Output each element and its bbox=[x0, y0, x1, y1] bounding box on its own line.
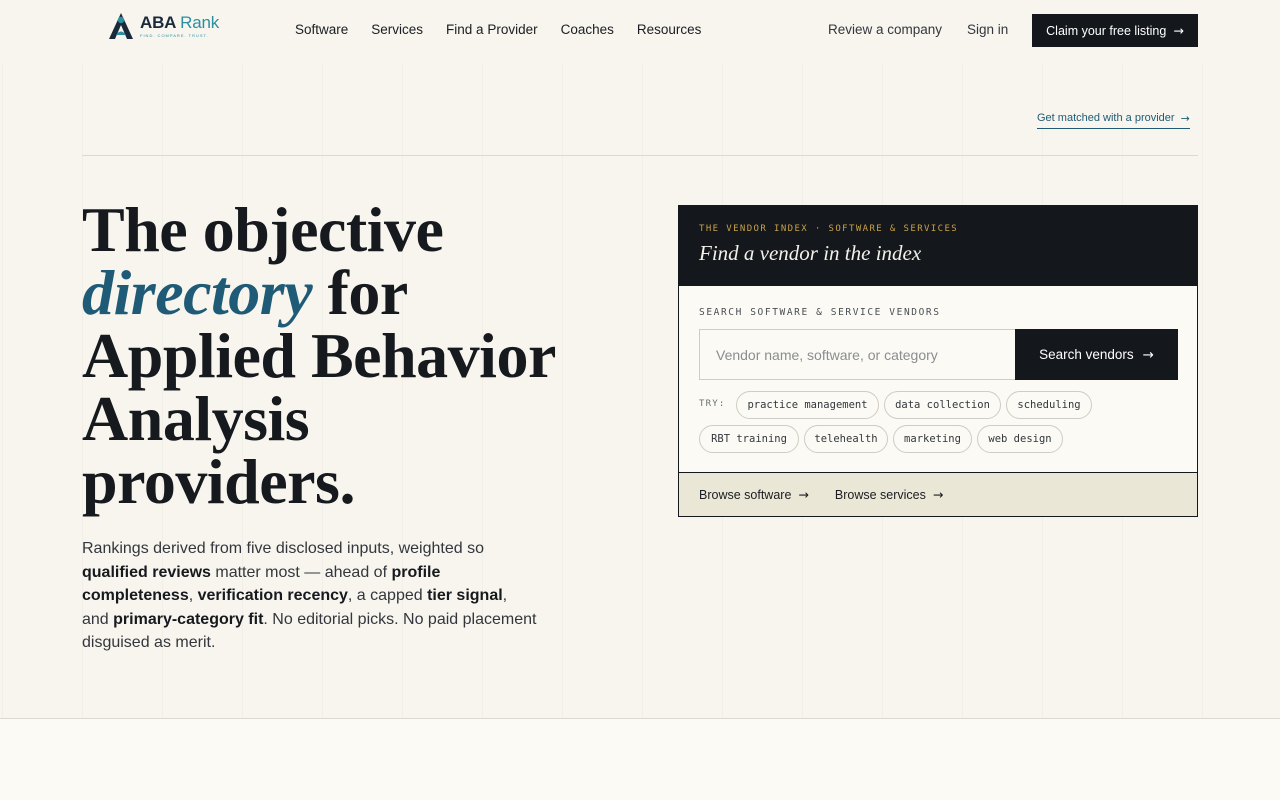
suggestion-chip[interactable]: marketing bbox=[893, 425, 972, 453]
arrow-right-icon: → bbox=[798, 487, 809, 502]
vendor-search-panel: THE VENDOR INDEX · SOFTWARE & SERVICES F… bbox=[678, 205, 1198, 517]
nav-resources[interactable]: Resources bbox=[637, 22, 702, 37]
browse-software-label: Browse software bbox=[699, 487, 792, 502]
desc-segment: , a capped bbox=[347, 587, 428, 604]
panel-header: THE VENDOR INDEX · SOFTWARE & SERVICES F… bbox=[679, 206, 1197, 286]
brand-tagline: FIND. COMPARE. TRUST. bbox=[140, 33, 209, 38]
hero-line-3: Applied Behavior bbox=[82, 320, 556, 391]
claim-listing-label: Claim your free listing bbox=[1046, 23, 1167, 38]
brand-logo[interactable]: ABA Rank FIND. COMPARE. TRUST. bbox=[106, 11, 219, 41]
hero-line-5: providers. bbox=[82, 446, 355, 517]
panel-title: Find a vendor in the index bbox=[699, 241, 922, 265]
arrow-right-icon: → bbox=[932, 487, 944, 502]
hero-line-2-rest: for bbox=[312, 257, 409, 328]
desc-emphasis: tier signal bbox=[427, 587, 503, 604]
suggestion-chip[interactable]: telehealth bbox=[804, 425, 888, 453]
arrow-right-icon: → bbox=[1173, 23, 1184, 38]
nav-find-provider[interactable]: Find a Provider bbox=[446, 22, 538, 37]
vendor-search-input[interactable] bbox=[700, 330, 1015, 379]
claim-listing-button[interactable]: Claim your free listing → bbox=[1032, 14, 1198, 47]
desc-emphasis: verification recency bbox=[197, 587, 348, 604]
browse-software-link[interactable]: Browse software → bbox=[699, 487, 809, 502]
browse-services-label: Browse services bbox=[834, 487, 926, 502]
suggestion-chip[interactable]: web design bbox=[977, 425, 1063, 453]
browse-services-link[interactable]: Browse services → bbox=[835, 487, 943, 502]
arrow-right-icon: → bbox=[1180, 112, 1190, 125]
panel-eyebrow: THE VENDOR INDEX · SOFTWARE & SERVICES bbox=[699, 224, 959, 234]
search-label: SEARCH SOFTWARE & SERVICE VENDORS bbox=[699, 307, 941, 318]
nav-services[interactable]: Services bbox=[371, 22, 423, 37]
main-nav: Software Services Find a Provider Coache… bbox=[295, 22, 701, 37]
panel-footer: Browse software → Browse services → bbox=[679, 472, 1197, 516]
arrow-right-icon: → bbox=[1142, 346, 1154, 363]
nav-coaches[interactable]: Coaches bbox=[561, 22, 614, 37]
brand-wordmark: ABA Rank FIND. COMPARE. TRUST. bbox=[140, 13, 220, 39]
search-vendors-button[interactable]: Search vendors → bbox=[1015, 329, 1178, 380]
hero-line-4: Analysis bbox=[82, 383, 310, 454]
desc-segment: matter most — ahead of bbox=[210, 563, 392, 581]
search-vendors-label: Search vendors bbox=[1039, 347, 1134, 362]
hero-accent-word: directory bbox=[82, 257, 313, 328]
get-matched-link[interactable]: Get matched with a provider → bbox=[1037, 112, 1190, 129]
suggestion-chip[interactable]: RBT training bbox=[699, 425, 799, 453]
site-header: ABA Rank FIND. COMPARE. TRUST. Software … bbox=[0, 0, 1280, 62]
get-matched-label: Get matched with a provider bbox=[1037, 112, 1175, 124]
brand-name-a: ABA bbox=[140, 13, 176, 32]
brand-name-b: Rank bbox=[180, 13, 220, 32]
try-label: TRY: bbox=[699, 399, 726, 409]
hero-line-1: The objective bbox=[82, 194, 444, 265]
next-section bbox=[0, 719, 1280, 800]
sign-in-link[interactable]: Sign in bbox=[967, 22, 1008, 37]
desc-segment: Rankings derived from five disclosed inp… bbox=[82, 540, 484, 557]
suggestion-chip[interactable]: data collection bbox=[884, 391, 1001, 419]
review-company-link[interactable]: Review a company bbox=[828, 22, 942, 37]
hero-description: Rankings derived from five disclosed inp… bbox=[82, 537, 537, 655]
aba-rank-logo-icon bbox=[109, 13, 133, 39]
hero-heading: The objective directory for Applied Beha… bbox=[82, 198, 642, 514]
suggestion-chip[interactable]: scheduling bbox=[1006, 391, 1092, 419]
nav-software[interactable]: Software bbox=[295, 22, 348, 37]
search-box: Search vendors → bbox=[699, 329, 1178, 380]
section-divider bbox=[82, 155, 1198, 156]
suggestion-chip[interactable]: practice management bbox=[736, 391, 879, 419]
desc-emphasis: primary-category fit bbox=[113, 610, 264, 628]
desc-emphasis: qualified reviews bbox=[82, 563, 211, 581]
desc-segment: , bbox=[188, 587, 198, 604]
